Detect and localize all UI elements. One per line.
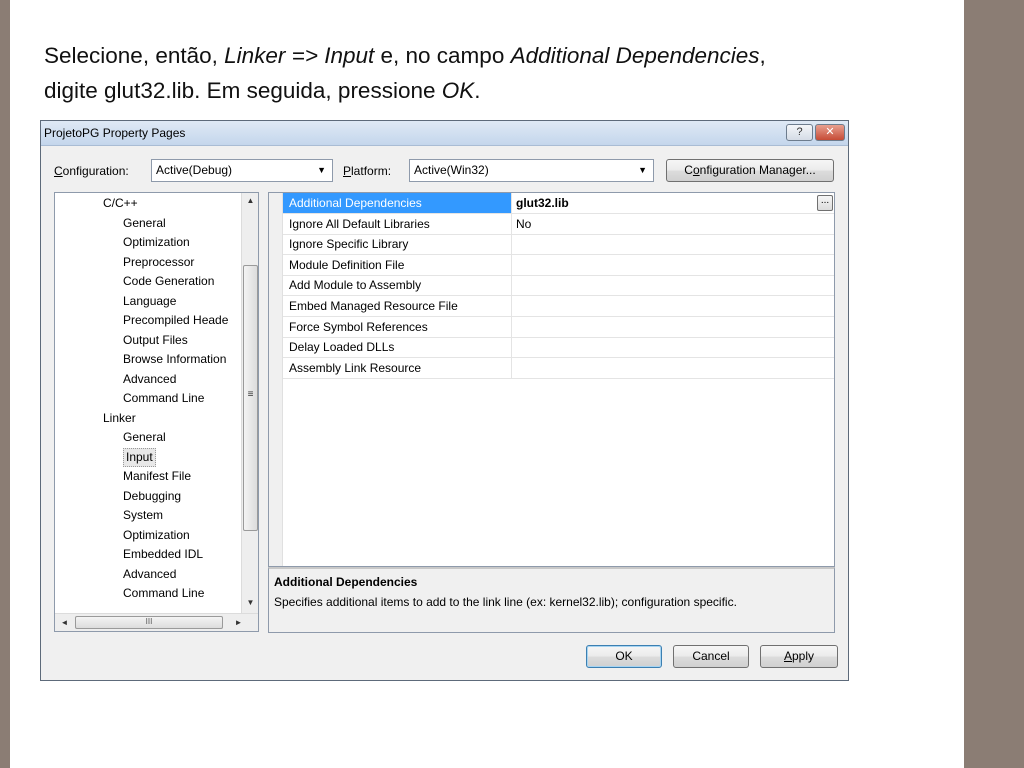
- tree-item-preprocessor[interactable]: Preprocessor: [123, 253, 194, 272]
- close-button[interactable]: ✕: [815, 124, 845, 141]
- configuration-label-text: onfiguration:: [62, 164, 129, 178]
- description-title: Additional Dependencies: [274, 575, 418, 589]
- property-name[interactable]: Module Definition File: [283, 254, 512, 275]
- configuration-label: Configuration:: [54, 164, 129, 178]
- tree-item-embedded-idl[interactable]: Embedded IDL: [123, 545, 203, 564]
- configuration-mnemonic: C: [54, 164, 63, 178]
- tree-item-output-files[interactable]: Output Files: [123, 331, 188, 350]
- platform-label-text: latform:: [351, 164, 392, 178]
- tree-item-code-generation[interactable]: Code Generation: [123, 272, 214, 291]
- instr-text: Selecione, então,: [44, 43, 225, 68]
- property-value[interactable]: glut32.lib: [516, 193, 569, 213]
- property-row[interactable]: Add Module to Assembly: [283, 275, 834, 297]
- apply-mnemonic: A: [783, 649, 792, 663]
- tree-item-input[interactable]: Input: [123, 447, 156, 467]
- title-bar[interactable]: ProjetoPG Property Pages ? ✕: [41, 121, 848, 146]
- tree-item-browse-information[interactable]: Browse Information: [123, 350, 226, 369]
- instr-text: e, no campo: [374, 43, 511, 68]
- tree-item-precompiled-heade[interactable]: Precompiled Heade: [123, 311, 228, 330]
- tree-item-manifest-file[interactable]: Manifest File: [123, 467, 191, 486]
- tree-item-optimization[interactable]: Optimization: [123, 233, 190, 252]
- tree-item-advanced[interactable]: Advanced: [123, 565, 176, 584]
- instr-italic-additional-deps: Additional Dependencies: [510, 43, 760, 68]
- scroll-left-icon[interactable]: ◄: [57, 618, 72, 627]
- scroll-grip-icon: ≡: [247, 389, 254, 400]
- help-button[interactable]: ?: [786, 124, 813, 141]
- property-row[interactable]: Delay Loaded DLLs: [283, 337, 834, 359]
- property-name[interactable]: Add Module to Assembly: [283, 275, 512, 296]
- description-panel: Additional Dependencies Specifies additi…: [268, 567, 835, 633]
- platform-label: Platform:: [343, 164, 391, 178]
- tree-item-general[interactable]: General: [123, 428, 166, 447]
- configuration-select[interactable]: Active(Debug) ▼: [151, 159, 333, 182]
- tree-item-general[interactable]: General: [123, 214, 166, 233]
- platform-value: Active(Win32): [414, 163, 489, 177]
- property-row[interactable]: Force Symbol References: [283, 316, 834, 338]
- scroll-thumb-horizontal[interactable]: III: [75, 616, 223, 629]
- scroll-right-icon[interactable]: ►: [231, 618, 246, 627]
- property-grid: Additional Dependencies glut32.lib... Igno…: [268, 192, 835, 567]
- instr-text: ,: [759, 43, 766, 68]
- scroll-grip-icon: III: [145, 617, 153, 626]
- property-row[interactable]: Ignore All Default Libraries No: [283, 213, 834, 235]
- description-body: Specifies additional items to add to the…: [274, 595, 737, 609]
- configuration-value: Active(Debug): [156, 163, 233, 177]
- instr-italic-ok: OK: [441, 78, 475, 103]
- chevron-down-icon: ▼: [317, 165, 326, 175]
- tree-item-c-c[interactable]: C/C++: [103, 194, 138, 213]
- property-name[interactable]: Ignore Specific Library: [283, 234, 512, 255]
- apply-label-text: pply: [792, 649, 815, 663]
- slide-instructions: Selecione, então, Linker => Input e, no …: [44, 38, 944, 108]
- tree-item-optimization[interactable]: Optimization: [123, 526, 190, 545]
- property-name[interactable]: Force Symbol References: [283, 316, 512, 337]
- edit-ellipsis-button[interactable]: ...: [817, 195, 833, 211]
- slide-left-border: [0, 0, 10, 768]
- property-row[interactable]: Embed Managed Resource File: [283, 296, 834, 317]
- tree-item-linker[interactable]: Linker: [103, 409, 136, 428]
- dialog-title: ProjetoPG Property Pages: [44, 126, 186, 140]
- property-name[interactable]: Assembly Link Resource: [283, 357, 512, 378]
- instr-text: .: [474, 78, 481, 103]
- instr-text: digite glut32.lib. Em seguida, pressione: [44, 78, 442, 103]
- category-tree[interactable]: C/C++ General Optimization Preprocessor Code…: [54, 192, 259, 632]
- scroll-up-icon[interactable]: ▲: [243, 196, 258, 205]
- property-name[interactable]: Ignore All Default Libraries: [283, 213, 512, 234]
- tree-item-command-line[interactable]: Command Line: [123, 389, 204, 408]
- property-pages-dialog: ProjetoPG Property Pages ? ✕ Configurati…: [40, 120, 849, 681]
- property-row[interactable]: Module Definition File: [283, 254, 834, 276]
- instr-italic-linker-input: Linker => Input: [224, 43, 375, 68]
- tree-item-language[interactable]: Language: [123, 292, 176, 311]
- tree-horizontal-scrollbar[interactable]: ◄ III ►: [55, 613, 258, 631]
- instruction-line-2: digite glut32.lib. Em seguida, pressione…: [44, 73, 944, 108]
- scroll-down-icon[interactable]: ▼: [243, 598, 258, 607]
- property-name[interactable]: Delay Loaded DLLs: [283, 337, 512, 358]
- grid-gutter: [269, 193, 283, 566]
- instruction-line-1: Selecione, então, Linker => Input e, no …: [44, 38, 944, 73]
- property-value[interactable]: No: [516, 214, 531, 234]
- property-name[interactable]: Embed Managed Resource File: [283, 296, 512, 316]
- property-row[interactable]: Assembly Link Resource: [283, 357, 834, 379]
- property-row[interactable]: Ignore Specific Library: [283, 234, 834, 256]
- slide-right-border: [964, 0, 1024, 768]
- chevron-down-icon: ▼: [638, 165, 647, 175]
- tree-item-command-line[interactable]: Command Line: [123, 584, 204, 603]
- property-row[interactable]: Additional Dependencies glut32.lib...: [283, 193, 834, 214]
- tree-item-system[interactable]: System: [123, 506, 163, 525]
- platform-mnemonic: P: [343, 164, 352, 178]
- cm-text: nfiguration Manager...: [699, 163, 816, 177]
- cm-text: C: [684, 163, 693, 177]
- ok-button[interactable]: OK: [586, 645, 662, 668]
- cm-mnemonic: o: [692, 163, 700, 177]
- property-name[interactable]: Additional Dependencies: [283, 193, 512, 213]
- tree-item-advanced[interactable]: Advanced: [123, 370, 176, 389]
- configuration-manager-button[interactable]: Configuration Manager...: [666, 159, 834, 182]
- cancel-button[interactable]: Cancel: [673, 645, 749, 668]
- tree-vertical-scrollbar[interactable]: ▲ ≡ ▼: [241, 193, 258, 613]
- apply-button[interactable]: Apply: [760, 645, 838, 668]
- tree-item-debugging[interactable]: Debugging: [123, 487, 181, 506]
- platform-select[interactable]: Active(Win32) ▼: [409, 159, 654, 182]
